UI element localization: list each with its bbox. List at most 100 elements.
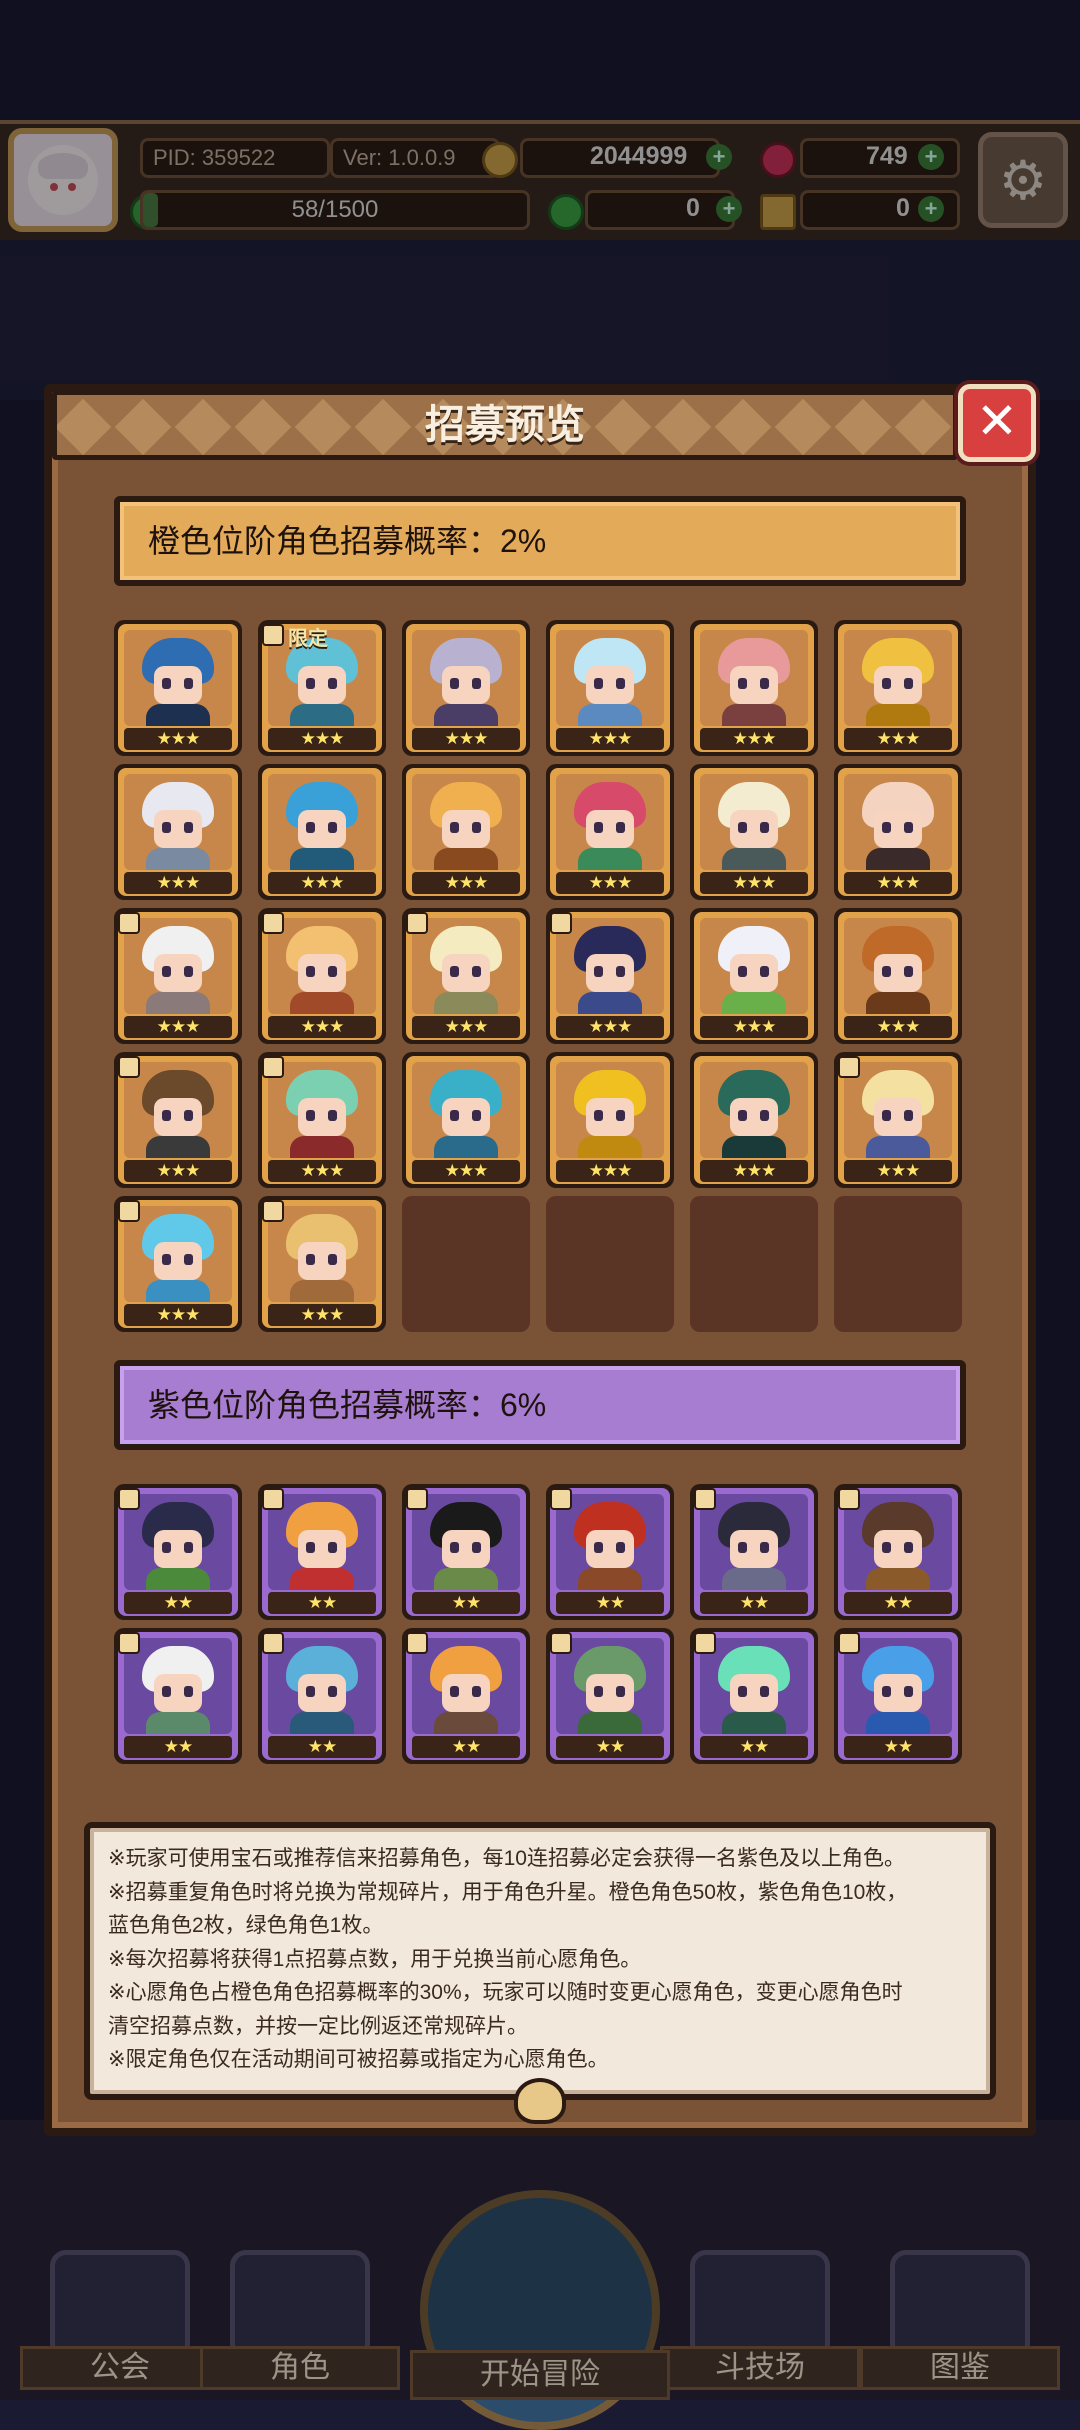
orange-character-card[interactable]: ★★★ [258,1052,386,1188]
orange-character-card[interactable]: ★★★ [402,1052,530,1188]
star-rating: ★★★ [844,728,952,750]
element-corner-icon [550,1632,572,1654]
orange-character-card[interactable]: ★★★ [546,908,674,1044]
purple-character-card[interactable]: ★★ [690,1628,818,1764]
orange-character-card[interactable]: ★★★ [546,620,674,756]
orange-character-card[interactable]: ★★★ [690,1052,818,1188]
star-rating: ★★ [556,1736,664,1758]
star-rating: ★★★ [268,728,376,750]
character-portrait [556,1062,664,1158]
character-portrait [844,774,952,870]
orange-character-card[interactable]: ★★★ [546,764,674,900]
orange-character-card[interactable]: ★★★ [402,620,530,756]
star-rating: ★★ [124,1736,232,1758]
purple-rate-banner: 紫色位阶角色招募概率：6% [114,1360,966,1450]
orange-character-card[interactable]: ★★★ [834,764,962,900]
character-portrait [556,918,664,1014]
star-rating: ★★★ [124,1304,232,1326]
star-rating: ★★★ [268,872,376,894]
character-portrait [412,774,520,870]
character-portrait [412,1494,520,1590]
orange-character-card[interactable]: ★★★ [690,908,818,1044]
orange-character-card[interactable]: ★★★ [690,620,818,756]
note-line: ※限定角色仅在活动期间可被招募或指定为心愿角色。 [108,2048,609,2071]
star-rating: ★★★ [556,1016,664,1038]
purple-character-card[interactable]: ★★ [834,1628,962,1764]
purple-character-card[interactable]: ★★ [114,1484,242,1620]
star-rating: ★★★ [556,728,664,750]
orange-character-card[interactable]: ★★★ [402,764,530,900]
purple-character-card[interactable]: ★★ [546,1628,674,1764]
character-portrait [844,918,952,1014]
orange-character-card[interactable]: ★★★ [114,1052,242,1188]
orange-character-card[interactable]: ★★★ [834,1052,962,1188]
orange-character-card[interactable]: ★★★ [258,908,386,1044]
star-rating: ★★★ [412,872,520,894]
star-rating: ★★★ [124,728,232,750]
star-rating: ★★★ [844,872,952,894]
character-portrait [700,1494,808,1590]
purple-character-card[interactable]: ★★ [258,1628,386,1764]
character-portrait [556,774,664,870]
element-corner-icon [262,1632,284,1654]
element-corner-icon [550,912,572,934]
empty-character-slot [402,1196,530,1332]
orange-character-card[interactable]: ★★★ [258,1196,386,1332]
star-rating: ★★★ [124,872,232,894]
orange-character-card[interactable]: ★★★ [834,908,962,1044]
character-portrait [844,1062,952,1158]
orange-character-card[interactable]: ★★★ [114,1196,242,1332]
orange-character-card[interactable]: ★★★ [546,1052,674,1188]
star-rating: ★★ [124,1592,232,1614]
character-portrait [124,918,232,1014]
purple-character-card[interactable]: ★★ [546,1484,674,1620]
character-portrait [844,1494,952,1590]
dialog-header: 招募预览 [52,390,958,460]
star-rating: ★★ [700,1736,808,1758]
orange-character-card[interactable]: 限定 ★★★ [258,620,386,756]
orange-character-card[interactable]: ★★★ [114,764,242,900]
star-rating: ★★★ [268,1016,376,1038]
orange-character-card[interactable]: ★★★ [258,764,386,900]
element-corner-icon [694,1488,716,1510]
note-line: ※招募重复角色时将兑换为常规碎片，用于角色升星。橙色角色50枚，紫色角色10枚， [108,1880,908,1904]
orange-character-card[interactable]: ★★★ [402,908,530,1044]
element-corner-icon [262,912,284,934]
close-button[interactable]: ✕ [958,384,1036,462]
element-corner-icon [550,1488,572,1510]
star-rating: ★★★ [556,872,664,894]
element-corner-icon [118,1200,140,1222]
purple-character-card[interactable]: ★★ [402,1628,530,1764]
character-portrait [412,918,520,1014]
character-portrait [700,1638,808,1734]
element-corner-icon [262,1200,284,1222]
character-portrait [556,1494,664,1590]
purple-character-card[interactable]: ★★ [402,1484,530,1620]
star-rating: ★★ [844,1736,952,1758]
purple-character-card[interactable]: ★★ [690,1484,818,1620]
character-portrait [124,630,232,726]
star-rating: ★★★ [844,1016,952,1038]
limited-tag: 限定 [288,628,328,650]
purple-character-card[interactable]: ★★ [258,1484,386,1620]
character-portrait [268,1494,376,1590]
orange-character-card[interactable]: ★★★ [114,908,242,1044]
empty-character-slot [546,1196,674,1332]
character-portrait [700,1062,808,1158]
empty-character-slot [690,1196,818,1332]
character-portrait [268,1638,376,1734]
orange-character-card[interactable]: ★★★ [690,764,818,900]
character-portrait [412,630,520,726]
character-portrait [124,774,232,870]
purple-character-card[interactable]: ★★ [834,1484,962,1620]
star-rating: ★★★ [412,728,520,750]
star-rating: ★★ [412,1736,520,1758]
element-corner-icon [838,1056,860,1078]
note-line: 蓝色角色2枚，绿色角色1枚。 [108,1914,384,1937]
character-portrait [124,1206,232,1302]
star-rating: ★★ [844,1592,952,1614]
star-rating: ★★ [556,1592,664,1614]
purple-character-card[interactable]: ★★ [114,1628,242,1764]
orange-character-card[interactable]: ★★★ [834,620,962,756]
orange-character-card[interactable]: ★★★ [114,620,242,756]
